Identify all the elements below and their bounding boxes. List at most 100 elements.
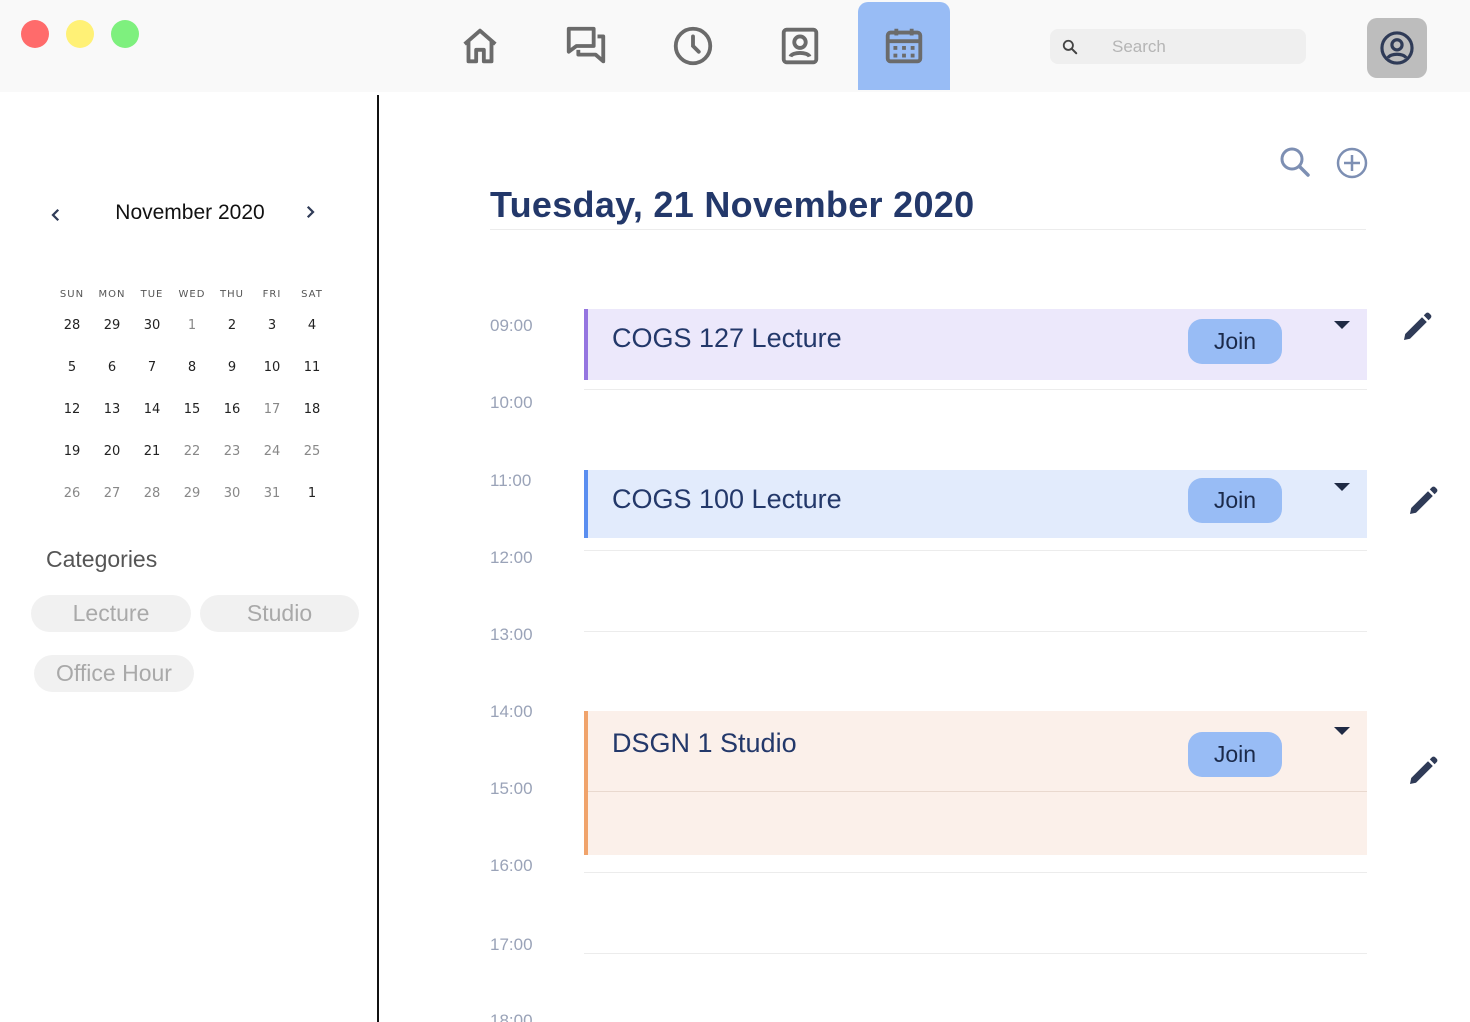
weekday-label: TUE: [140, 288, 164, 300]
day-title: Tuesday, 21 November 2020: [490, 184, 975, 225]
weekday-label: WED: [178, 288, 206, 300]
edit-pencil-icon[interactable]: [1398, 310, 1434, 346]
close-window-button[interactable]: [21, 20, 49, 48]
calendar-day[interactable]: 20: [92, 444, 132, 459]
calendar-day[interactable]: 17: [252, 402, 292, 417]
calendar-week: 26 27 28 29 30 31 1: [52, 472, 332, 514]
edit-pencil-icon[interactable]: [1404, 754, 1440, 790]
edit-pencil-icon[interactable]: [1404, 484, 1440, 520]
event-card[interactable]: DSGN 1 Studio Join: [584, 711, 1367, 855]
calendar-day[interactable]: 27: [92, 486, 132, 501]
calendar-day[interactable]: 30: [132, 318, 172, 333]
time-label: 18:00: [490, 1011, 533, 1022]
nav-recent-button[interactable]: [647, 2, 739, 90]
calendar-day[interactable]: 7: [132, 360, 172, 375]
category-chip-studio[interactable]: Studio: [200, 595, 359, 632]
caret-down-icon[interactable]: [1332, 481, 1352, 493]
join-button[interactable]: Join: [1188, 732, 1282, 777]
nav-home-button[interactable]: [434, 2, 526, 90]
calendar-day[interactable]: 4: [292, 318, 332, 333]
home-icon: [463, 28, 497, 64]
event-card[interactable]: COGS 127 Lecture Join: [584, 309, 1367, 380]
profile-button[interactable]: [1367, 18, 1427, 78]
calendar-day[interactable]: 30: [212, 486, 252, 501]
calendar-day[interactable]: 29: [172, 486, 212, 501]
weekday-label: MON: [98, 288, 126, 300]
minimize-window-button[interactable]: [66, 20, 94, 48]
event-card[interactable]: COGS 100 Lecture Join: [584, 470, 1367, 538]
caret-down-icon[interactable]: [1332, 725, 1352, 737]
calendar-day[interactable]: 13: [92, 402, 132, 417]
calendar-week: 12 13 14 15 16 17 18: [52, 388, 332, 430]
category-chip-lecture[interactable]: Lecture: [31, 595, 191, 632]
add-event-icon[interactable]: [1334, 145, 1370, 181]
calendar-day[interactable]: 23: [212, 444, 252, 459]
calendar-week: 28 29 30 1 2 3 4: [52, 304, 332, 346]
calendar-day[interactable]: 5: [52, 360, 92, 375]
calendar-day[interactable]: 25: [292, 444, 332, 459]
calendar-day[interactable]: 9: [212, 360, 252, 375]
calendar-day[interactable]: 22: [172, 444, 212, 459]
sidebar-divider: [377, 95, 379, 1022]
chevron-right-icon: [306, 205, 315, 219]
join-button[interactable]: Join: [1188, 319, 1282, 364]
calendar-day[interactable]: 26: [52, 486, 92, 501]
maximize-window-button[interactable]: [111, 20, 139, 48]
weekday-label: THU: [220, 288, 244, 300]
time-label: 09:00: [490, 316, 533, 335]
weekday-label: SAT: [301, 288, 323, 300]
time-label: 15:00: [490, 779, 533, 798]
nav-contacts-button[interactable]: [754, 2, 846, 90]
next-month-button[interactable]: [295, 197, 325, 227]
search-input[interactable]: [1112, 29, 1300, 64]
calendar-day[interactable]: 6: [92, 360, 132, 375]
category-chip-office-hour[interactable]: Office Hour: [34, 655, 194, 692]
calendar-day[interactable]: 24: [252, 444, 292, 459]
calendar-day[interactable]: 31: [252, 486, 292, 501]
chevron-left-icon: [51, 208, 60, 222]
calendar-day[interactable]: 18: [292, 402, 332, 417]
calendar-day-selected[interactable]: 21: [132, 435, 172, 472]
nav-calendar-button[interactable]: [858, 2, 950, 90]
search-events-icon[interactable]: [1277, 144, 1313, 180]
calendar-day[interactable]: 19: [52, 444, 92, 459]
time-label: 12:00: [490, 548, 533, 567]
previous-month-button[interactable]: [41, 200, 71, 230]
calendar-day[interactable]: 14: [132, 402, 172, 417]
calendar-week: 5 6 7 8 9 10 11: [52, 346, 332, 388]
calendar-day[interactable]: 1: [292, 486, 332, 501]
calendar-day[interactable]: 29: [92, 318, 132, 333]
calendar-day[interactable]: 12: [52, 402, 92, 417]
hour-divider: [584, 631, 1367, 632]
event-color-bar: [584, 309, 588, 380]
mini-calendar: SUN MON TUE WED THU FRI SAT 28 29 30 1 2…: [52, 284, 332, 514]
calendar-day[interactable]: 16: [212, 402, 252, 417]
title-divider: [490, 229, 1366, 230]
nav-messages-button[interactable]: [540, 2, 632, 90]
calendar-day[interactable]: 3: [252, 318, 292, 333]
categories-heading: Categories: [46, 546, 158, 572]
event-color-bar: [584, 711, 588, 855]
calendar-day[interactable]: 2: [212, 318, 252, 333]
calendar-day[interactable]: 8: [172, 360, 212, 375]
calendar-day[interactable]: 11: [292, 360, 332, 375]
event-title: COGS 127 Lecture: [612, 323, 842, 353]
event-title: COGS 100 Lecture: [612, 484, 842, 514]
clock-icon: [673, 26, 713, 66]
time-label: 17:00: [490, 935, 533, 954]
join-button[interactable]: Join: [1188, 478, 1282, 523]
month-title: November 2020: [115, 201, 265, 224]
time-label: 14:00: [490, 702, 533, 721]
calendar-day[interactable]: 15: [172, 402, 212, 417]
calendar-day[interactable]: 1: [172, 318, 212, 333]
hour-divider: [584, 953, 1367, 954]
event-title: DSGN 1 Studio: [612, 728, 797, 758]
calendar-day[interactable]: 28: [52, 318, 92, 333]
calendar-day[interactable]: 28: [132, 486, 172, 501]
calendar-week: 19 20 21 22 23 24 25: [52, 430, 332, 472]
calendar-day[interactable]: 10: [252, 360, 292, 375]
caret-down-icon[interactable]: [1332, 319, 1352, 331]
hour-divider: [588, 791, 1367, 792]
hour-divider: [584, 872, 1367, 873]
calendar-icon: [885, 28, 923, 64]
